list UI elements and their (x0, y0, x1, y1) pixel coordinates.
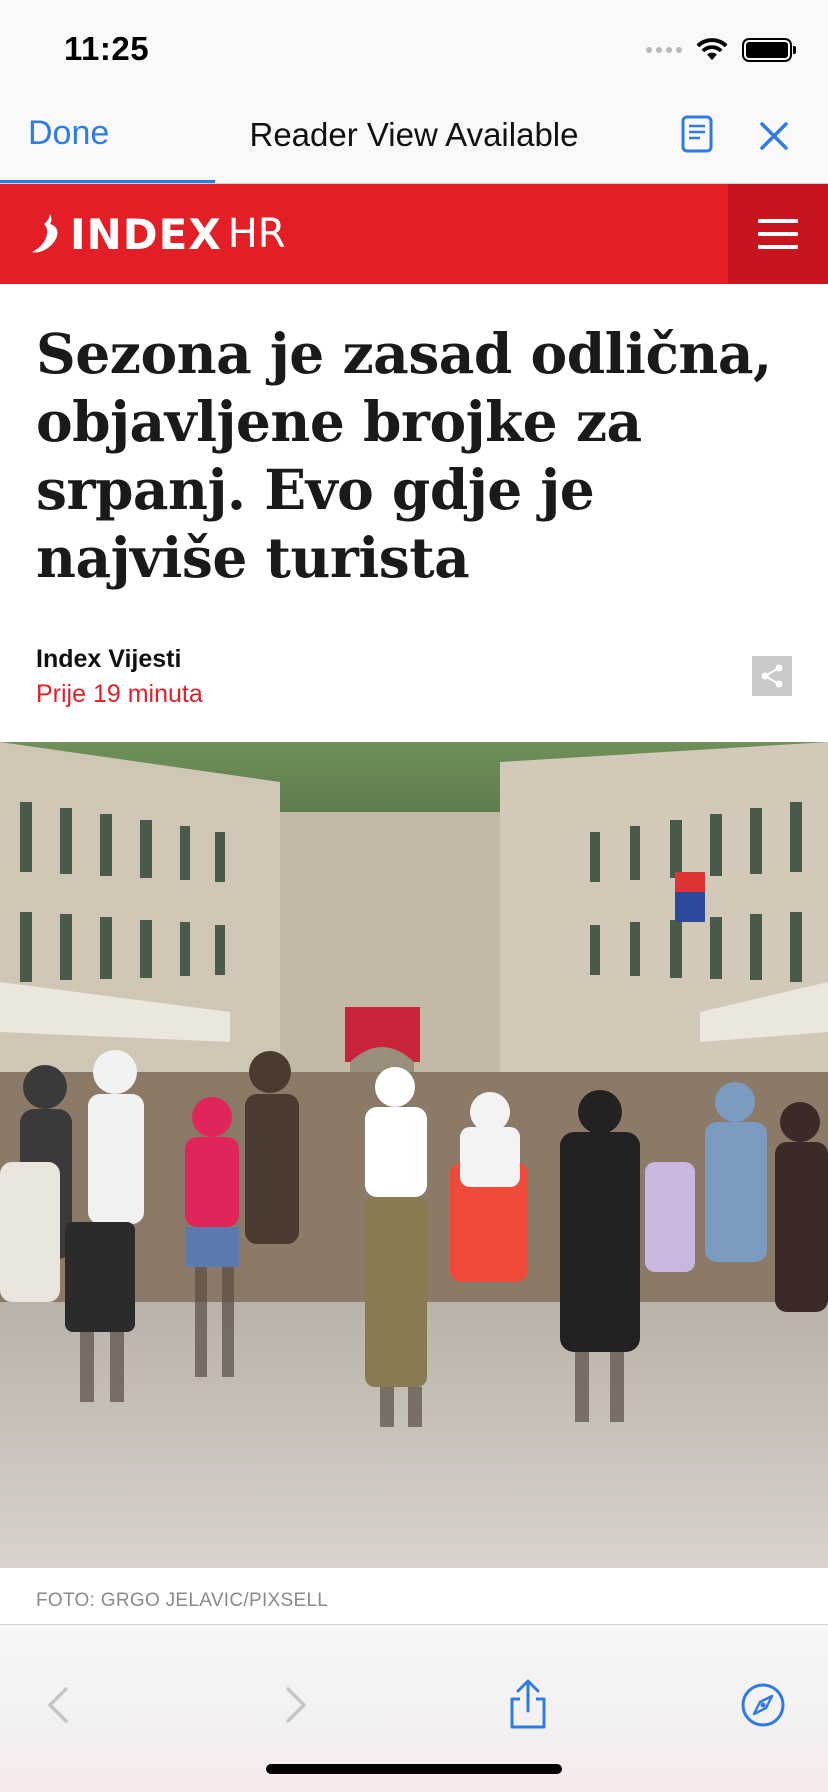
article-author[interactable]: Index Vijesti (36, 645, 181, 674)
status-icons (646, 36, 796, 64)
share-icon[interactable] (752, 656, 792, 696)
cellular-signal-icon (646, 47, 682, 53)
chevron-right-icon[interactable] (268, 1677, 324, 1733)
status-bar: 11:25 (0, 0, 828, 96)
logo-text: INDEX (70, 209, 222, 259)
home-indicator[interactable] (266, 1764, 562, 1774)
share-up-icon[interactable] (500, 1677, 556, 1733)
compass-icon[interactable] (735, 1677, 791, 1733)
browser-toolbar: Done Reader View Available (0, 96, 828, 185)
chili-logo-icon (32, 214, 58, 253)
hamburger-menu-icon[interactable] (728, 184, 828, 284)
logo-suffix: HR (227, 211, 286, 257)
chevron-left-icon[interactable] (30, 1677, 86, 1733)
site-header: INDEX HR (0, 184, 828, 284)
reader-view-icon[interactable] (680, 114, 714, 154)
wifi-icon (696, 38, 728, 60)
photo-credit: FOTO: GRGO JELAVIC/PIXSELL (36, 1590, 329, 1611)
article-timestamp: Prije 19 minuta (36, 680, 203, 708)
close-icon[interactable] (756, 118, 792, 154)
site-logo[interactable]: INDEX HR (30, 208, 286, 260)
article-title: Sezona je zasad odlična, objavljene broj… (36, 321, 772, 590)
article-photo[interactable] (0, 742, 828, 1568)
status-time: 11:25 (64, 30, 150, 67)
battery-icon (742, 38, 796, 62)
